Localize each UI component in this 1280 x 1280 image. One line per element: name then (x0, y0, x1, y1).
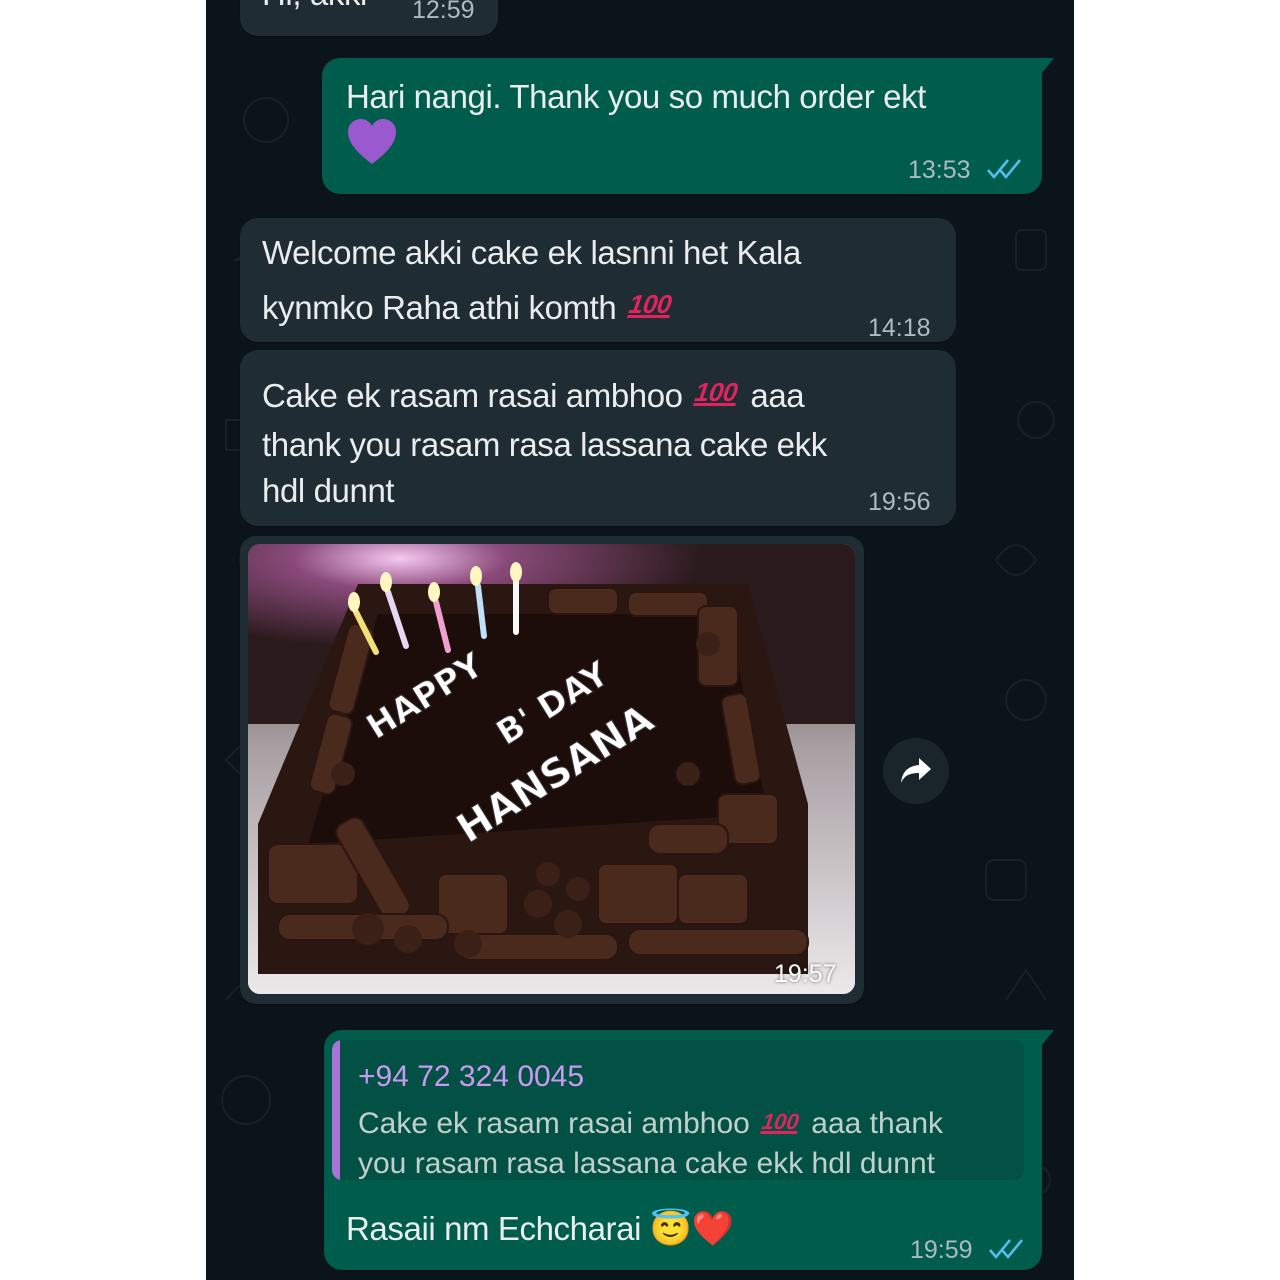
message-bubble-image[interactable]: HAPPY B' DAY HANSANA 19:57 (240, 536, 864, 1004)
message-time: 14:18 (868, 314, 931, 342)
share-arrow-icon (901, 758, 931, 783)
message-text: Hi, akki (262, 0, 367, 20)
message-time: 19:59 (910, 1236, 973, 1264)
message-bubble-outgoing[interactable]: +94 72 324 0045 Cake ek rasam rasai ambh… (324, 1030, 1054, 1270)
double-check-icon (987, 159, 1022, 180)
cake-photo[interactable]: HAPPY B' DAY HANSANA (248, 544, 855, 994)
message-time: 19:57 (774, 960, 837, 988)
quote-text-line: you rasam rasa lassana cake ekk hdl dunn… (358, 1147, 935, 1180)
quote-text-part: Cake ek rasam rasai ambhoo (358, 1107, 750, 1140)
message-text-part: kynmko Raha athi komth (262, 289, 617, 326)
hundred-points-icon: 100 (693, 377, 740, 407)
message-time: 13:53 (908, 156, 971, 184)
bubble-tail (1038, 58, 1054, 78)
cake-image: HAPPY B' DAY HANSANA (248, 544, 855, 994)
message-time: 19:56 (868, 488, 931, 516)
message-time: 12:59 (412, 0, 475, 24)
message-text: Hari nangi. Thank you so much order ekt (346, 78, 926, 115)
quote-text: Cake ek rasam rasai ambhoo 100 aaa thank… (358, 1102, 1008, 1180)
message-bubble-incoming[interactable]: Cake ek rasam rasai ambhoo 100 aaa thank… (240, 350, 956, 526)
double-check-icon (989, 1239, 1024, 1260)
smiling-halo-red-heart-icons: 😇❤️ (649, 1210, 734, 1248)
hundred-points-icon: 100 (627, 289, 674, 319)
bubble-tail (1038, 1030, 1054, 1050)
message-text-line: kynmko Raha athi komth 100 (262, 278, 675, 334)
message-text-line: hdl dunnt (262, 472, 395, 509)
message-text-line: Cake ek rasam rasai ambhoo 100 aaa (262, 366, 805, 422)
message-bubble-outgoing[interactable]: Hari nangi. Thank you so much order ekt … (322, 58, 1054, 194)
quote-author: +94 72 324 0045 (358, 1060, 585, 1093)
message-bubble-incoming[interactable]: Hi, akki 12:59 (240, 0, 498, 36)
hundred-points-icon: 100 (760, 1109, 801, 1134)
purple-heart-icon (346, 118, 398, 176)
message-text-part: aaa (750, 377, 805, 414)
message-text-line: Rasaii nm Echcharai 😇❤️ (346, 1202, 734, 1256)
message-text: Rasaii nm Echcharai (346, 1210, 642, 1247)
quote-text-part: aaa thank (811, 1107, 944, 1140)
quoted-message[interactable]: +94 72 324 0045 Cake ek rasam rasai ambh… (332, 1040, 1024, 1180)
chat-window: Hi, akki 12:59 Hari nangi. Thank you so … (206, 0, 1074, 1280)
message-text-part: Cake ek rasam rasai ambhoo (262, 377, 683, 414)
quote-bar (332, 1040, 340, 1180)
forward-button[interactable] (883, 738, 949, 804)
message-bubble-incoming[interactable]: Welcome akki cake ek lasnni het Kala kyn… (240, 218, 956, 342)
message-text: Welcome akki cake ek lasnni het Kala (262, 234, 801, 271)
